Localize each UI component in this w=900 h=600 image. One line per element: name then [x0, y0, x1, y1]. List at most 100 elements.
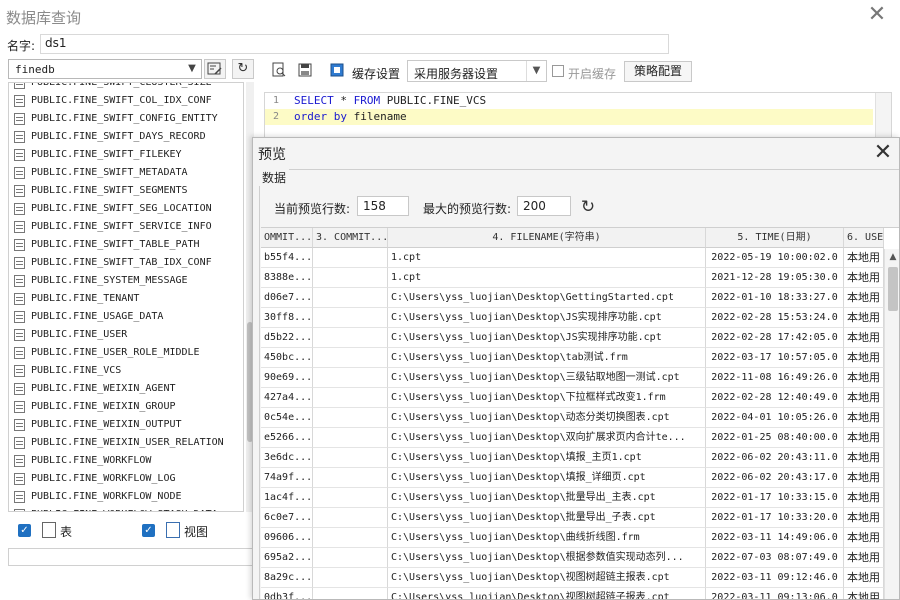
grid-cell[interactable]: 本地用	[844, 568, 884, 588]
refresh-icon[interactable]: ↻	[577, 196, 599, 218]
save-button[interactable]	[294, 61, 316, 81]
grid-cell[interactable]: 427a4...	[261, 388, 313, 408]
grid-cell[interactable]: 2022-07-03 08:07:49.0	[706, 548, 844, 568]
grid-cell[interactable]: C:\Users\yss_luojian\Desktop\视图树超链主报表.cp…	[388, 568, 706, 588]
grid-cell[interactable]: C:\Users\yss_luojian\Desktop\视图树超链子报表.cp…	[388, 588, 706, 599]
table-list-item[interactable]: PUBLIC.FINE_VCS	[9, 362, 243, 380]
column-header[interactable]: 6. USE	[844, 228, 884, 248]
grid-cell[interactable]: C:\Users\yss_luojian\Desktop\JS实现排序功能.cp…	[388, 328, 706, 348]
grid-cell[interactable]: 本地用	[844, 288, 884, 308]
table-list-item[interactable]: PUBLIC.FINE_USER_ROLE_MIDDLE	[9, 344, 243, 362]
cache-setting-button[interactable]	[326, 61, 348, 81]
grid-cell[interactable]: e5266...	[261, 428, 313, 448]
grid-cell[interactable]: 6c0e7...	[261, 508, 313, 528]
database-select[interactable]: finedb ▼	[8, 59, 202, 79]
table-list-item[interactable]: PUBLIC.FINE_USER	[9, 326, 243, 344]
grid-cell[interactable]: C:\Users\yss_luojian\Desktop\填报_详细页.cpt	[388, 468, 706, 488]
table-list-item[interactable]: PUBLIC.FINE_USAGE_DATA	[9, 308, 243, 326]
grid-cell[interactable]: 本地用	[844, 528, 884, 548]
preview-grid[interactable]: OMMIT... 3. COMMIT... 4. FILENAME(字符串) 5…	[261, 227, 899, 599]
table-list-item[interactable]: PUBLIC.FINE_WEIXIN_AGENT	[9, 380, 243, 398]
grid-cell[interactable]: 1.cpt	[388, 268, 706, 288]
grid-cell[interactable]: 2022-11-08 16:49:26.0	[706, 368, 844, 388]
preview-button[interactable]	[268, 61, 290, 81]
grid-cell[interactable]: C:\Users\yss_luojian\Desktop\批量导出_子表.cpt	[388, 508, 706, 528]
table-list-item[interactable]: PUBLIC.FINE_WORKFLOW_LOG	[9, 470, 243, 488]
table-row[interactable]: e5266... C:\Users\yss_luojian\Desktop\双向扩…	[261, 428, 899, 448]
grid-cell[interactable]: 0db3f...	[261, 588, 313, 599]
table-list-item[interactable]: PUBLIC.FINE_SWIFT_CLUSTER_SIZE	[9, 83, 243, 92]
table-row[interactable]: 6c0e7... C:\Users\yss_luojian\Desktop\批量导…	[261, 508, 899, 528]
table-list-item[interactable]: PUBLIC.FINE_TENANT	[9, 290, 243, 308]
grid-cell[interactable]: 本地用	[844, 268, 884, 288]
grid-scrollbar[interactable]: ▲	[884, 249, 899, 599]
grid-cell[interactable]: C:\Users\yss_luojian\Desktop\根据参数值实现动态列.…	[388, 548, 706, 568]
grid-cell[interactable]: 本地用	[844, 248, 884, 268]
grid-cell[interactable]	[313, 328, 388, 348]
grid-cell[interactable]	[313, 368, 388, 388]
grid-cell[interactable]: C:\Users\yss_luojian\Desktop\双向扩展求页内合计te…	[388, 428, 706, 448]
table-list-item[interactable]: PUBLIC.FINE_WEIXIN_GROUP	[9, 398, 243, 416]
table-list-item[interactable]: PUBLIC.FINE_SWIFT_COL_IDX_CONF	[9, 92, 243, 110]
grid-cell[interactable]	[313, 388, 388, 408]
table-list-item[interactable]: PUBLIC.FINE_SWIFT_SEGMENTS	[9, 182, 243, 200]
grid-cell[interactable]	[313, 568, 388, 588]
table-list-item[interactable]: PUBLIC.FINE_SWIFT_SERVICE_INFO	[9, 218, 243, 236]
enable-cache-checkbox[interactable]	[552, 65, 564, 77]
grid-cell[interactable]	[313, 528, 388, 548]
grid-cell[interactable]: 2022-02-28 12:40:49.0	[706, 388, 844, 408]
grid-cell[interactable]	[313, 268, 388, 288]
table-row[interactable]: 450bc... C:\Users\yss_luojian\Desktop\tab…	[261, 348, 899, 368]
grid-cell[interactable]: 2022-02-28 17:42:05.0	[706, 328, 844, 348]
scroll-up-icon[interactable]: ▲	[885, 249, 899, 265]
table-list-item[interactable]: PUBLIC.FINE_SWIFT_SEG_LOCATION	[9, 200, 243, 218]
max-rows-input[interactable]: 200	[517, 196, 571, 216]
grid-cell[interactable]	[313, 448, 388, 468]
grid-cell[interactable]: 本地用	[844, 548, 884, 568]
grid-cell[interactable]: C:\Users\yss_luojian\Desktop\三级钻取地图一测试.c…	[388, 368, 706, 388]
column-header[interactable]: 4. FILENAME(字符串)	[388, 228, 706, 248]
table-list-item[interactable]: PUBLIC.FINE_WORKFLOW	[9, 452, 243, 470]
grid-cell[interactable]: 1.cpt	[388, 248, 706, 268]
table-list-item[interactable]: PUBLIC.FINE_SWIFT_CONFIG_ENTITY	[9, 110, 243, 128]
chevron-down-icon[interactable]: ▼	[184, 61, 200, 77]
grid-cell[interactable]: 2021-12-28 19:05:30.0	[706, 268, 844, 288]
grid-cell[interactable]: d5b22...	[261, 328, 313, 348]
grid-cell[interactable]: 695a2...	[261, 548, 313, 568]
table-list-item[interactable]: PUBLIC.FINE_SWIFT_METADATA	[9, 164, 243, 182]
table-row[interactable]: 427a4... C:\Users\yss_luojian\Desktop\下拉框…	[261, 388, 899, 408]
edit-connection-button[interactable]	[204, 59, 226, 79]
refresh-tables-button[interactable]: ↻	[232, 59, 254, 79]
grid-cell[interactable]: 0c54e...	[261, 408, 313, 428]
grid-cell[interactable]	[313, 408, 388, 428]
view-checkbox[interactable]: ✓	[142, 524, 155, 537]
grid-cell[interactable]	[313, 428, 388, 448]
grid-cell[interactable]: 本地用	[844, 328, 884, 348]
grid-cell[interactable]: 本地用	[844, 468, 884, 488]
grid-cell[interactable]: 本地用	[844, 488, 884, 508]
table-list-item[interactable]: PUBLIC.FINE_SWIFT_DAYS_RECORD	[9, 128, 243, 146]
grid-cell[interactable]: 2022-03-17 10:57:05.0	[706, 348, 844, 368]
close-icon[interactable]: ✕	[866, 4, 888, 26]
table-row[interactable]: 90e69... C:\Users\yss_luojian\Desktop\三级钻…	[261, 368, 899, 388]
grid-scroll-thumb[interactable]	[888, 267, 898, 311]
grid-cell[interactable]: d06e7...	[261, 288, 313, 308]
column-header[interactable]: 3. COMMIT...	[313, 228, 388, 248]
grid-cell[interactable]: C:\Users\yss_luojian\Desktop\批量导出_主表.cpt	[388, 488, 706, 508]
table-row[interactable]: 09606... C:\Users\yss_luojian\Desktop\曲线折…	[261, 528, 899, 548]
grid-cell[interactable]: 本地用	[844, 408, 884, 428]
grid-cell[interactable]	[313, 308, 388, 328]
grid-cell[interactable]: 450bc...	[261, 348, 313, 368]
grid-cell[interactable]: 2022-06-02 20:43:11.0	[706, 448, 844, 468]
table-list-item[interactable]: PUBLIC.FINE_WEIXIN_OUTPUT	[9, 416, 243, 434]
grid-cell[interactable]: C:\Users\yss_luojian\Desktop\JS实现排序功能.cp…	[388, 308, 706, 328]
chevron-down-icon[interactable]: ▼	[526, 61, 546, 81]
table-row[interactable]: d06e7... C:\Users\yss_luojian\Desktop\Get…	[261, 288, 899, 308]
grid-cell[interactable]: 8a29c...	[261, 568, 313, 588]
grid-cell[interactable]: 2022-01-17 10:33:15.0	[706, 488, 844, 508]
grid-cell[interactable]: 2022-01-25 08:40:00.0	[706, 428, 844, 448]
table-list-item[interactable]: PUBLIC.FINE_WEIXIN_USER_RELATION	[9, 434, 243, 452]
cache-mode-select[interactable]: 采用服务器设置 ▼	[407, 60, 547, 82]
grid-cell[interactable]: 2022-01-10 18:33:27.0	[706, 288, 844, 308]
table-row[interactable]: 74a9f... C:\Users\yss_luojian\Desktop\填报_…	[261, 468, 899, 488]
